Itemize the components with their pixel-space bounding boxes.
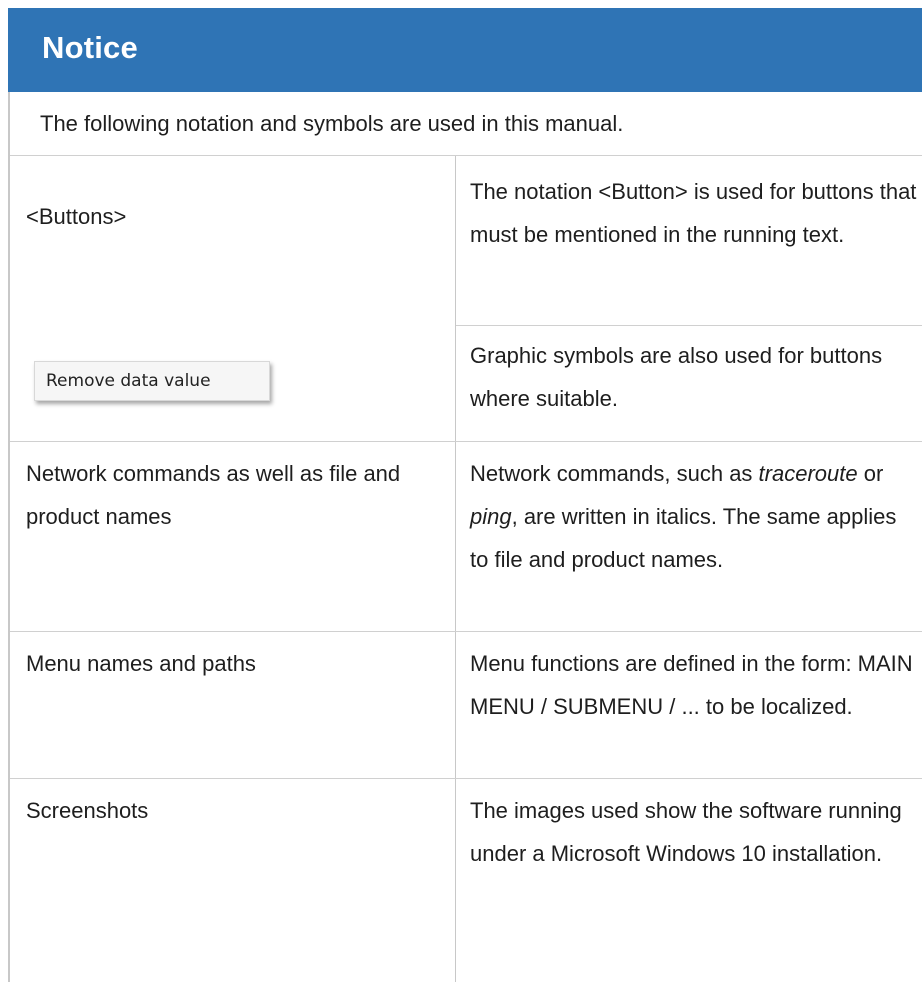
ping-command: ping <box>470 504 512 529</box>
notice-title: Notice <box>42 30 138 65</box>
network-commands-text-2: or <box>857 461 884 486</box>
menu-names-term: Menu names and paths <box>26 651 256 676</box>
menu-names-description: Menu functions are defined in the form: … <box>470 651 913 719</box>
network-commands-text-1: Network commands, such as <box>470 461 759 486</box>
column-divider <box>455 156 456 982</box>
notice-intro-text: The following notation and symbols are u… <box>40 111 624 136</box>
graphic-symbols-description: Graphic symbols are also used for button… <box>470 343 883 411</box>
notice-header: Notice <box>8 8 922 92</box>
row-divider <box>10 778 922 779</box>
notice-intro-row: The following notation and symbols are u… <box>10 92 922 156</box>
buttons-term: <Buttons> <box>26 204 127 229</box>
network-commands-term: Network commands as well as file and pro… <box>26 461 401 529</box>
row-divider <box>10 441 922 442</box>
traceroute-command: traceroute <box>758 461 858 486</box>
network-commands-description: Network commands, such as traceroute or … <box>470 452 920 581</box>
row-divider <box>456 325 922 326</box>
row-divider <box>10 631 922 632</box>
screenshots-description: The images used show the software runnin… <box>470 798 902 866</box>
buttons-description: The notation <Button> is used for button… <box>470 179 917 247</box>
network-commands-text-3: , are written in italics. The same appli… <box>470 504 897 572</box>
screenshots-term: Screenshots <box>26 798 149 823</box>
remove-data-value-button[interactable]: Remove data value <box>34 361 270 401</box>
